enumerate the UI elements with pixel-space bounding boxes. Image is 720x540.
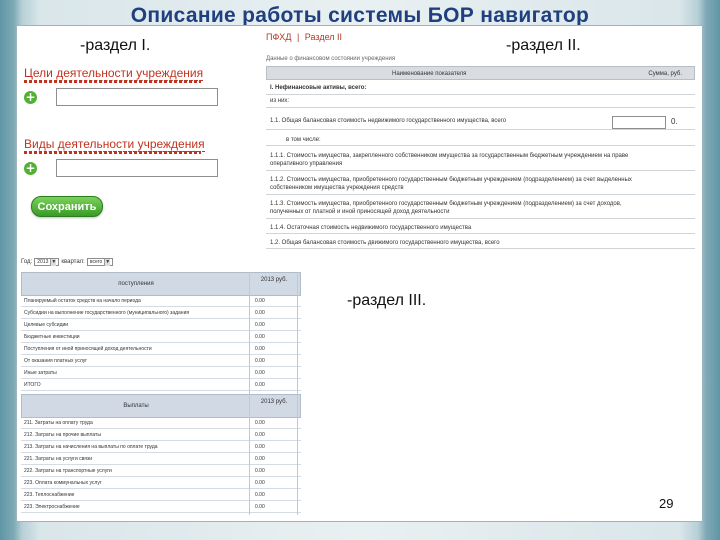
unit-label: 0. [671,117,678,126]
row-value: 0.00 [255,432,265,438]
year-select[interactable]: 2013 ▼ [34,258,60,266]
save-button[interactable]: Сохранить [31,196,103,217]
row-value: 0.00 [255,322,265,328]
table-row: 213. Затраты на начисления на выплаты по… [21,442,301,453]
year-select-value: 2013 [37,258,49,265]
section-2-tabs: ПФХД | Раздел II [266,32,345,42]
row-name: 223. Электроснабжение [24,504,80,510]
quarter-label: квартал: [61,259,85,265]
quarter-select-value: всего [89,258,103,265]
row-value: 0.00 [255,310,265,316]
table-row: Иные затраты 0.00 [21,368,301,379]
row-name: 222. Затраты на транспортные услуги [24,468,112,474]
row-name: 211. Затраты на оплату труда [24,420,93,426]
table-row: 222. Затраты на транспортные услуги 0.00 [21,466,301,477]
row-value: 0.00 [255,480,265,486]
row-value: 0.00 [255,346,265,352]
quarter-select[interactable]: всего ▼ [86,258,114,266]
column-divider [297,272,298,515]
income-header-label: поступления [118,281,154,287]
add-activity-icon[interactable]: + [24,162,37,175]
column-name-header: Наименование показателя [392,71,467,77]
table-row: 1.1.1. Стоимость имущества, закрепленног… [266,149,695,171]
row-value: 0.00 [255,468,265,474]
row-value: 0.00 [255,504,265,510]
row-name: ИТОГО [24,382,41,388]
column-divider [249,272,250,515]
table-row: 212. Затраты на прочие выплаты 0.00 [21,430,301,441]
section-2-subtitle: Данные о финансовом состоянии учреждения [266,56,396,62]
goals-heading: Цели деятельности учреждения [24,66,204,81]
table-row: Планируемый остаток средств на начало пе… [21,296,301,307]
section-3-label: -раздел III. [347,292,427,309]
period-filter: Год: 2013 ▼ квартал: всего ▼ [21,258,114,266]
activities-divider [24,151,201,154]
expense-header: Выплаты 2013 руб. [21,394,301,418]
row-value: 0.00 [255,370,265,376]
table-row: 223. Теплоснабжение 0.00 [21,490,301,501]
tab-section-2[interactable]: Раздел II [305,32,342,42]
table-row: 223. Оплата коммунальных услуг 0.00 [21,478,301,489]
row-name: Иные затраты [24,370,57,376]
table-row: 223. Электроснабжение 0.00 [21,502,301,513]
row-value: 0.00 [255,298,265,304]
row-value: 0.00 [255,444,265,450]
row-name: 221. Затраты на услуги связи [24,456,93,462]
add-goal-icon[interactable]: + [24,91,37,104]
table-row: 1.1.2. Стоимость имущества, приобретенно… [266,173,695,195]
row-name: 223. Теплоснабжение [24,492,75,498]
page-number: 29 [659,496,674,511]
goals-input[interactable] [56,88,218,106]
year-label: Год: [21,259,33,265]
chevron-down-icon: ▼ [50,258,57,266]
column-sum-header: Сумма, руб. [648,71,682,77]
table-row: Бюджетные инвестиции 0.00 [21,332,301,343]
section-2-label: -раздел II. [506,37,581,54]
row-name: Бюджетные инвестиции [24,334,80,340]
table-row: 1.1.3. Стоимость имущества, приобретенно… [266,197,695,219]
table-row: из них: [266,97,695,108]
row-value: 0.00 [255,382,265,388]
goals-divider [24,80,201,83]
row-name: Поступления от иной приносящей доход дея… [24,346,152,352]
expense-header-label: Выплаты [123,403,149,409]
row-name: 212. Затраты на прочие выплаты [24,432,101,438]
activities-heading: Виды деятельности учреждения [24,137,205,152]
row-value: 0.00 [255,456,265,462]
tab-separator: | [296,32,300,42]
chevron-down-icon: ▼ [104,258,111,266]
row-name: Целевые субсидии [24,322,69,328]
row-value: 0.00 [255,358,265,364]
row-value: 0.00 [255,334,265,340]
activities-input[interactable] [56,159,218,177]
row-value: 0.00 [255,492,265,498]
section-1-label: -раздел I. [80,37,151,54]
table-row: I. Нефинансовые активы, всего: [266,84,695,95]
table-row: ИТОГО 0.00 [21,380,301,391]
row-name: Планируемый остаток средств на начало пе… [24,298,141,304]
tab-pfhd[interactable]: ПФХД [266,32,291,42]
row-name: От оказания платных услуг [24,358,88,364]
table-row: в том числе: [266,133,695,146]
income-header: поступления 2013 руб. [21,272,301,296]
row-name: 223. Оплата коммунальных услуг [24,480,102,486]
table-row: Субсидии на выполнение государственного … [21,308,301,319]
expense-year-label: 2013 руб. [260,399,288,405]
table-row: От оказания платных услуг 0.00 [21,356,301,367]
section-2-table-header: Наименование показателя Сумма, руб. [266,66,695,80]
table-row: 221. Затраты на услуги связи 0.00 [21,454,301,465]
income-year-label: 2013 руб. [260,277,288,283]
table-row: Целевые субсидии 0.00 [21,320,301,331]
table-row: Поступления от иной приносящей доход дея… [21,344,301,355]
value-input[interactable] [612,116,666,129]
table-row: 1.1.4. Остаточная стоимость недвижимого … [266,222,695,234]
table-row: 211. Затраты на оплату труда 0.00 [21,418,301,429]
row-name: 213. Затраты на начисления на выплаты по… [24,444,158,450]
row-name: Субсидии на выполнение государственного … [24,310,190,316]
row-value: 0.00 [255,420,265,426]
table-row: 1.2. Общая балансовая стоимость движимог… [266,237,695,249]
